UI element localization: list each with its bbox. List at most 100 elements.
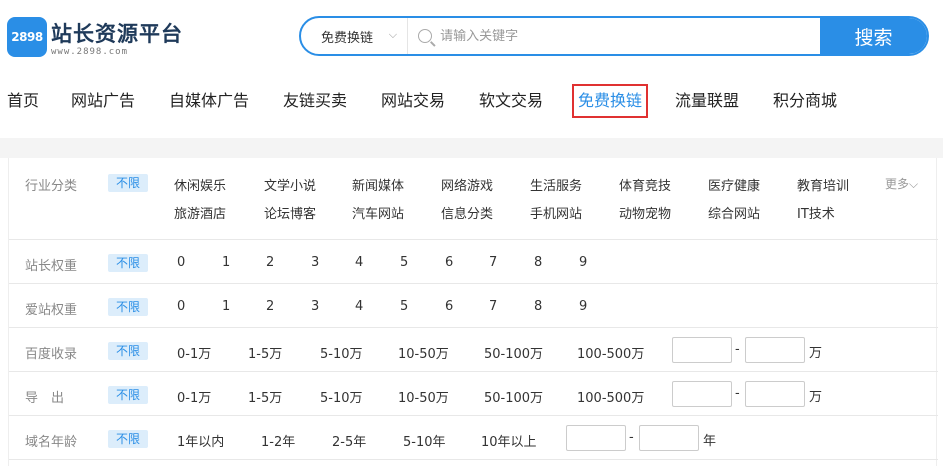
filter-unlimited-button[interactable]: 不限 [108,430,148,448]
filter-option[interactable]: 5-10万 [320,387,363,406]
nav-item-site-ads[interactable]: 网站广告 [71,84,135,118]
filter-option[interactable]: 5-10年 [403,431,446,450]
filter-panel: 行业分类 不限 休闲娱乐 文学小说 新闻媒体 网络游戏 生活服务 体育竞技 医疗… [8,158,938,466]
nav-item-article-trade[interactable]: 软文交易 [479,84,543,118]
filter-option[interactable]: 旅游酒店 [174,203,226,222]
range-max-input[interactable] [745,381,805,407]
filter-option[interactable]: 教育培训 [797,175,849,194]
filter-row-outlinks: 导 出 不限 0-1万 1-5万 5-10万 10-50万 50-100万 10… [9,372,938,416]
filter-option[interactable]: 5 [400,299,408,314]
filter-option[interactable]: 10-50万 [398,343,449,362]
range-min-input[interactable] [672,381,732,407]
filter-option[interactable]: 2-5年 [332,431,366,450]
filter-option[interactable]: 9 [579,299,587,314]
filter-option[interactable]: 7 [489,299,497,314]
filter-option[interactable]: 综合网站 [708,203,760,222]
filter-option[interactable]: 1 [222,255,230,270]
nav-item-media-ads[interactable]: 自媒体广告 [169,84,249,118]
filter-label: 爱站权重 [25,303,78,318]
filter-label: 百度收录 [25,347,78,362]
filter-unlimited-button[interactable]: 不限 [108,298,148,316]
filter-option[interactable]: 体育竞技 [619,175,671,194]
filter-label: 站长权重 [25,259,78,274]
filter-option[interactable]: 6 [445,255,453,270]
filter-option[interactable]: 8 [534,255,542,270]
filter-option[interactable]: 6 [445,299,453,314]
filter-option[interactable]: 2 [266,299,274,314]
filter-row-industry: 行业分类 不限 休闲娱乐 文学小说 新闻媒体 网络游戏 生活服务 体育竞技 医疗… [9,158,938,240]
filter-option[interactable]: 1-2年 [261,431,295,450]
search-category-select[interactable]: 免费换链 ⌵ [301,18,409,54]
filter-option[interactable]: 100-500万 [577,343,644,362]
logo-subtitle: www.2898.com [51,47,129,57]
filter-option[interactable]: 手机网站 [530,203,582,222]
filter-option[interactable]: 5-10万 [320,343,363,362]
nav-item-home[interactable]: 首页 [7,84,39,118]
filter-option[interactable]: 文学小说 [264,175,316,194]
range-min-input[interactable] [672,337,732,363]
filter-unlimited-button[interactable]: 不限 [108,342,148,360]
filter-option[interactable]: 1年以内 [177,431,224,450]
filter-option[interactable]: 4 [355,299,363,314]
search-category-value: 免费换链 [321,30,374,46]
logo-badge: 2898 [7,17,47,57]
filter-option[interactable]: 1-5万 [248,343,282,362]
filter-option[interactable]: 1-5万 [248,387,282,406]
filter-option[interactable]: 0 [177,255,185,270]
filter-option[interactable]: 0 [177,299,185,314]
nav-item-site-trade[interactable]: 网站交易 [381,84,445,118]
filter-unlimited-button[interactable]: 不限 [108,174,148,192]
nav-item-free-link-exchange[interactable]: 免费换链 [572,84,649,118]
filter-option[interactable]: 医疗健康 [708,175,760,194]
filter-label: 导 出 [25,391,65,406]
more-toggle[interactable]: 更多⌵ [885,175,918,192]
filter-option[interactable]: 50-100万 [484,343,543,362]
nav-item-traffic-alliance[interactable]: 流量联盟 [675,84,739,118]
filter-option[interactable]: 5 [400,255,408,270]
filter-option[interactable]: 1 [222,299,230,314]
main-nav: 首页 网站广告 自媒体广告 友链买卖 网站交易 软文交易 免费换链 流量联盟 积… [0,84,943,118]
filter-option[interactable]: 3 [311,299,319,314]
filter-option[interactable]: 7 [489,255,497,270]
range-dash: - [629,430,634,445]
search-input[interactable] [440,28,821,44]
filter-option[interactable]: 4 [355,255,363,270]
range-min-input[interactable] [566,425,626,451]
filter-option[interactable]: 8 [534,299,542,314]
filter-option[interactable]: 论坛博客 [264,203,316,222]
nav-item-link-trade[interactable]: 友链买卖 [283,84,347,118]
filter-row-az-weight: 爱站权重 不限 0 1 2 3 4 5 6 7 8 9 [9,284,938,328]
filter-option[interactable]: 10-50万 [398,387,449,406]
filter-option[interactable]: 10年以上 [481,431,537,450]
section-divider [0,138,943,158]
filter-unlimited-button[interactable]: 不限 [108,254,148,272]
filter-option[interactable]: 汽车网站 [352,203,404,222]
search-button[interactable]: 搜索 [820,18,927,54]
site-logo[interactable]: 2898 站长资源平台 www.2898.com [7,17,182,61]
filter-option[interactable]: 0-1万 [177,343,211,362]
filter-row-domain-age: 域名年龄 不限 1年以内 1-2年 2-5年 5-10年 10年以上 - 年 [9,416,938,460]
range-max-input[interactable] [639,425,699,451]
filter-option[interactable]: 动物宠物 [619,203,671,222]
filter-option[interactable]: 2 [266,255,274,270]
filter-option[interactable]: 50-100万 [484,387,543,406]
filter-option[interactable]: 3 [311,255,319,270]
filter-option[interactable]: 休闲娱乐 [174,175,226,194]
search-icon [418,29,433,43]
filter-option[interactable]: 0-1万 [177,387,211,406]
filter-option[interactable]: IT技术 [797,203,835,222]
range-dash: - [735,342,740,357]
filter-option[interactable]: 9 [579,255,587,270]
filter-option[interactable]: 信息分类 [441,203,493,222]
filter-row-zz-weight: 站长权重 不限 0 1 2 3 4 5 6 7 8 9 [9,240,938,284]
nav-item-points-mall[interactable]: 积分商城 [773,84,837,118]
filter-option[interactable]: 生活服务 [530,175,582,194]
range-max-input[interactable] [745,337,805,363]
filter-option[interactable]: 网络游戏 [441,175,493,194]
search-bar: 免费换链 ⌵ 搜索 [299,16,929,56]
filter-option[interactable]: 新闻媒体 [352,175,404,194]
range-unit: 年 [703,434,717,449]
search-field [408,18,821,54]
filter-option[interactable]: 100-500万 [577,387,644,406]
filter-unlimited-button[interactable]: 不限 [108,386,148,404]
